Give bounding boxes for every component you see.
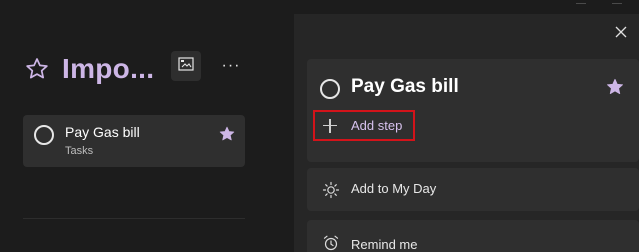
close-icon xyxy=(615,25,627,43)
list-title[interactable]: Impo... xyxy=(62,53,154,85)
view-options-button[interactable] xyxy=(171,51,201,81)
list-header: Impo... xyxy=(24,53,154,85)
task-detail-card: Pay Gas bill Add step xyxy=(307,59,639,162)
add-to-my-day-button[interactable]: Add to My Day xyxy=(307,168,639,211)
sun-icon xyxy=(322,181,340,199)
app-window: Impo... ··· Pay Gas bill Tasks Pay Gas b… xyxy=(0,0,639,252)
task-title: Pay Gas bill xyxy=(65,124,140,140)
more-options-button[interactable]: ··· xyxy=(218,51,244,81)
window-control-hint[interactable] xyxy=(612,0,622,4)
divider xyxy=(23,218,245,219)
task-list-name: Tasks xyxy=(65,145,94,157)
close-button[interactable] xyxy=(613,26,629,42)
list-pane: Impo... ··· Pay Gas bill Tasks xyxy=(0,14,294,252)
add-to-my-day-label: Add to My Day xyxy=(351,181,437,196)
complete-toggle-circle[interactable] xyxy=(320,79,340,99)
remind-me-label: Remind me xyxy=(351,237,418,252)
title-bar xyxy=(0,0,639,14)
add-step-label: Add step xyxy=(351,118,403,133)
star-outline-icon xyxy=(24,56,50,82)
window-control-hint[interactable] xyxy=(576,0,586,4)
plus-icon xyxy=(323,118,337,133)
add-step-button[interactable]: Add step xyxy=(313,110,415,141)
alarm-icon xyxy=(322,234,340,252)
task-detail-title[interactable]: Pay Gas bill xyxy=(351,76,459,98)
task-item[interactable]: Pay Gas bill Tasks xyxy=(23,115,245,167)
picture-view-icon xyxy=(178,56,194,76)
remind-me-button[interactable]: Remind me xyxy=(307,220,639,252)
star-filled-icon[interactable] xyxy=(605,77,625,97)
star-filled-icon[interactable] xyxy=(218,125,236,143)
complete-toggle-circle[interactable] xyxy=(34,125,54,145)
task-detail-pane: Pay Gas bill Add step Add to My Day Remi… xyxy=(294,14,639,252)
